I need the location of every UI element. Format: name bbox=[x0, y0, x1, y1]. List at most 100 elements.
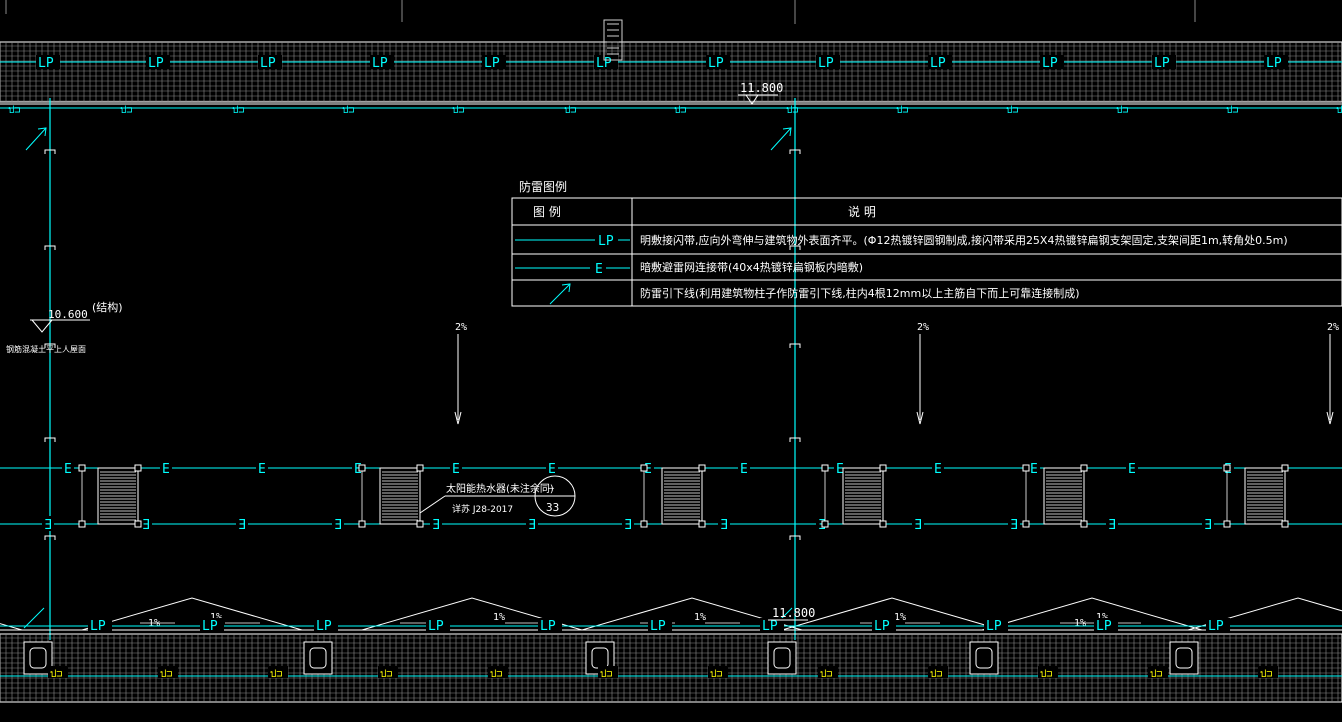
legend-row-1-symbol: LP bbox=[598, 234, 614, 249]
top-downlead-label: ป⊐ bbox=[232, 105, 244, 116]
solar-heater-support bbox=[1022, 520, 1030, 528]
bottom-lp-label: LP bbox=[1208, 619, 1224, 634]
solar-heater-support bbox=[358, 464, 366, 472]
top-downlead-label: ป⊐ bbox=[120, 105, 132, 116]
roof-drain-box bbox=[767, 641, 797, 675]
left-elevation-note: 10.600 (结构) 钢筋混凝土平上人屋面 bbox=[6, 300, 123, 354]
bottom-downlead-label: ป⊐ bbox=[1150, 669, 1162, 680]
solar-heater-support bbox=[1022, 464, 1030, 472]
mesh-e-label: E bbox=[258, 462, 266, 477]
bottom-downlead-label: ป⊐ bbox=[600, 669, 612, 680]
mesh-e-label: E bbox=[934, 462, 942, 477]
solar-heater-support bbox=[821, 464, 829, 472]
bottom-downlead-label: ป⊐ bbox=[50, 669, 62, 680]
solar-heater-support bbox=[1080, 520, 1088, 528]
downlead-symbol bbox=[25, 127, 47, 151]
bottom-band-labels: LP LP LP LP LP LP LP LP LP LP LP ป⊐ ป⊐ ป⊐ ป⊐ ป⊐ ป⊐ ป⊐ ป⊐ ป⊐… bbox=[48, 618, 1278, 680]
top-lp-label: LP bbox=[1042, 56, 1058, 71]
solar-note-line1: 太阳能热水器(未注余同) bbox=[446, 482, 554, 495]
solar-heater-note: 太阳能热水器(未注余同) 详苏 J28-2017 — 33 bbox=[419, 475, 576, 517]
roof-ridge bbox=[81, 597, 303, 631]
mesh-e-label: E bbox=[64, 462, 72, 477]
bottom-downlead-label: ป⊐ bbox=[270, 669, 282, 680]
mesh-e-label-bottom: Ǝ bbox=[142, 518, 150, 533]
top-lp-label: LP bbox=[148, 56, 164, 71]
legend-row-1-description: 明敷接闪带,应向外弯伸与建筑物外表面齐平。(Φ12热镀锌圆钢制成,接闪带采用25… bbox=[640, 233, 1288, 247]
bottom-lp-label: LP bbox=[1096, 619, 1112, 634]
slope-label-bottom: 1% bbox=[694, 612, 706, 623]
roof-drain bbox=[303, 641, 333, 675]
solar-heater-support bbox=[879, 464, 887, 472]
mesh-e-label: E bbox=[1128, 462, 1136, 477]
legend-table: 防雷图例 图 例 说 明 LP 明敷接闪带,应向外弯伸与建筑物外表面齐平。(Φ1… bbox=[511, 179, 1342, 307]
solar-heater-support bbox=[134, 520, 142, 528]
top-lp-label: LP bbox=[260, 56, 276, 71]
top-downlead-label: ป⊐ bbox=[8, 105, 20, 116]
bottom-downlead-label: ป⊐ bbox=[930, 669, 942, 680]
roof-drain-box bbox=[1169, 641, 1199, 675]
solar-heater-fins bbox=[664, 471, 700, 521]
slope-label-top: 2% bbox=[455, 322, 467, 333]
top-downlead-label: ป⊐ bbox=[342, 105, 354, 116]
bottom-roof-tile-band bbox=[0, 625, 1342, 703]
solar-heater-fins bbox=[1247, 471, 1283, 521]
bottom-lp-label: LP bbox=[874, 619, 890, 634]
bottom-lp-label: LP bbox=[650, 619, 666, 634]
bottom-lp-label: LP bbox=[202, 619, 218, 634]
top-elevation-text: 11.800 bbox=[740, 81, 783, 95]
roof-drain-box bbox=[23, 641, 53, 675]
solar-heater-support bbox=[1281, 464, 1289, 472]
mesh-e-label: E bbox=[452, 462, 460, 477]
top-lp-label: LP bbox=[372, 56, 388, 71]
slope-label-bottom: 1% bbox=[493, 612, 505, 623]
mesh-e-label-bottom: Ǝ bbox=[334, 518, 342, 533]
top-downlead-label: ป⊐ bbox=[1006, 105, 1018, 116]
bottom-lp-label: LP bbox=[540, 619, 556, 634]
roof-drain bbox=[1169, 641, 1199, 675]
solar-heater-fins bbox=[1046, 471, 1082, 521]
bottom-lp-label: LP bbox=[428, 619, 444, 634]
slope-arrows-top: 2% 2% 2% bbox=[454, 322, 1339, 425]
legend-col-symbol: 图 例 bbox=[533, 205, 561, 219]
solar-heater-support bbox=[879, 520, 887, 528]
bottom-downlead-label: ป⊐ bbox=[490, 669, 502, 680]
roof-ridge bbox=[981, 597, 1203, 631]
lightning-mesh-band: EEEEEEEEEEEEEƎƎƎƎƎƎƎƎƎƎƎƎƎ bbox=[0, 460, 1342, 533]
top-tile-grid bbox=[0, 42, 1342, 102]
solar-heater-support bbox=[78, 520, 86, 528]
frame-lines bbox=[5, 0, 1196, 24]
top-downlead-label: ป⊐ bbox=[674, 105, 686, 116]
top-lp-label: LP bbox=[708, 56, 724, 71]
solar-heater-support bbox=[698, 464, 706, 472]
roof-ridge bbox=[0, 623, 23, 631]
bottom-downlead-label: ป⊐ bbox=[1040, 669, 1052, 680]
bottom-elevation-mark: 11.800 bbox=[768, 606, 815, 621]
bottom-downlead-label: ป⊐ bbox=[1260, 669, 1272, 680]
solar-heater-support bbox=[416, 464, 424, 472]
top-downlead-label: ป⊐ bbox=[1336, 105, 1342, 116]
bottom-tile-grid bbox=[0, 634, 1342, 702]
solar-heater-unit bbox=[358, 464, 424, 528]
solar-note-circle-top: — bbox=[548, 483, 555, 494]
downlead-symbol-bottom bbox=[23, 607, 45, 629]
mesh-e-label-bottom: Ǝ bbox=[914, 518, 922, 533]
solar-heater-support bbox=[78, 464, 86, 472]
mesh-e-label: E bbox=[1030, 462, 1038, 477]
mesh-e-label-bottom: Ǝ bbox=[238, 518, 246, 533]
roof-drain-box bbox=[969, 641, 999, 675]
bottom-downlead-label: ป⊐ bbox=[380, 669, 392, 680]
bottom-lp-label: LP bbox=[986, 619, 1002, 634]
top-downlead-label: ป⊐ bbox=[1226, 105, 1238, 116]
solar-heater-unit bbox=[821, 464, 887, 528]
cad-drawing-canvas: LP LP LP LP LP LP LP LP LP LP LP LP ป⊐ ป⊐ ป⊐ ป⊐ ป⊐ ป⊐ ป⊐ ป… bbox=[0, 0, 1342, 717]
mesh-e-label: E bbox=[162, 462, 170, 477]
solar-heater-support bbox=[1223, 520, 1231, 528]
left-elevation-text: 10.600 bbox=[48, 308, 88, 321]
vent-pipe-top bbox=[603, 19, 623, 61]
slope-label-bottom: 1% bbox=[1074, 618, 1086, 629]
mesh-e-label-bottom: Ǝ bbox=[432, 518, 440, 533]
bottom-lp-label: LP bbox=[316, 619, 332, 634]
mesh-e-label-bottom: Ǝ bbox=[1010, 518, 1018, 533]
top-downlead-label: ป⊐ bbox=[1116, 105, 1128, 116]
legend-row-2-symbol: E bbox=[595, 262, 603, 277]
